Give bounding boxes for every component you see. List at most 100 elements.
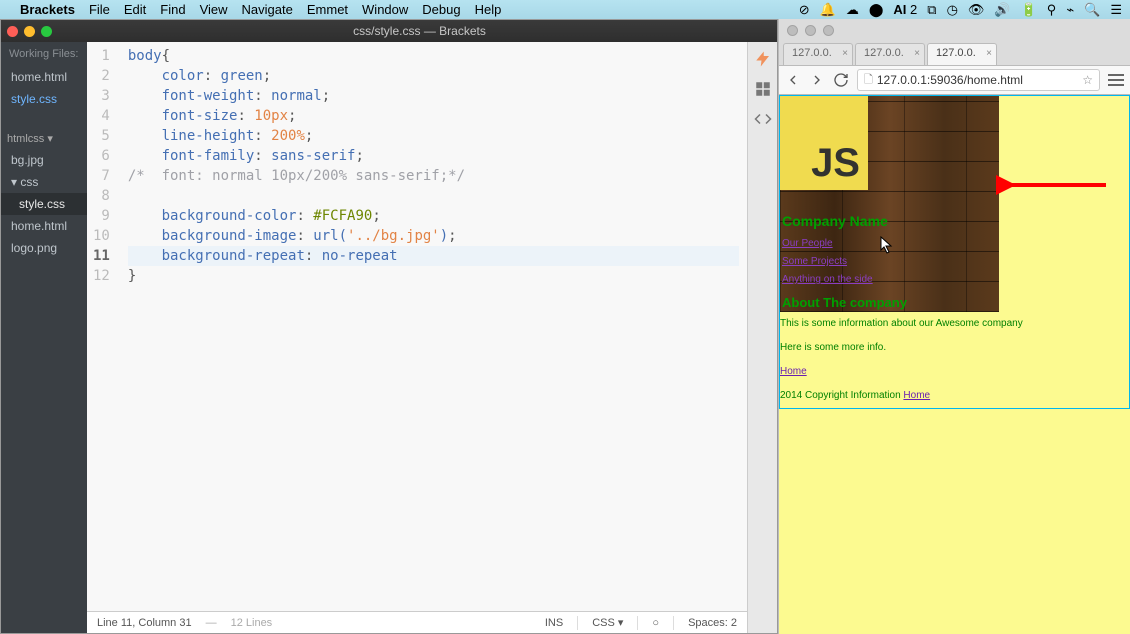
mac-menubar: Brackets File Edit Find View Navigate Em… xyxy=(0,0,1130,19)
menubar-edit[interactable]: Edit xyxy=(124,2,146,17)
menubar-view[interactable]: View xyxy=(200,2,228,17)
code-line[interactable] xyxy=(128,186,739,206)
live-preview-icon[interactable] xyxy=(754,50,772,68)
code-line[interactable]: background-repeat: no-repeat xyxy=(128,246,739,266)
code-line[interactable]: font-size: 10px; xyxy=(128,106,739,126)
browser-tab[interactable]: 127.0.0.× xyxy=(855,43,925,65)
nav-link[interactable]: Our People xyxy=(782,235,997,253)
working-files-header: Working Files: xyxy=(1,42,87,66)
project-header[interactable]: htmlcss ▾ xyxy=(1,128,87,149)
code-line[interactable]: body{ xyxy=(128,46,739,66)
menubar-window[interactable]: Window xyxy=(362,2,408,17)
nav-link[interactable]: Anything on the side xyxy=(782,271,997,289)
tree-file-bg[interactable]: bg.jpg xyxy=(1,149,87,171)
footer-home-link[interactable]: Home xyxy=(903,390,930,401)
browser-tab[interactable]: 127.0.0.× xyxy=(783,43,853,65)
tray-clock-icon[interactable]: ◷ xyxy=(947,2,958,18)
extension-manager-icon[interactable] xyxy=(754,80,772,98)
close-button[interactable] xyxy=(7,26,18,37)
tray-dropbox-icon[interactable]: ⧉ xyxy=(927,2,936,18)
tray-volume-icon[interactable]: 🔊 xyxy=(994,2,1010,18)
code-line[interactable]: } xyxy=(128,266,739,286)
working-file-style[interactable]: style.css xyxy=(1,88,87,110)
code-line[interactable]: line-height: 200%; xyxy=(128,126,739,146)
code-line[interactable]: background-image: url('../bg.jpg'); xyxy=(128,226,739,246)
back-icon[interactable] xyxy=(785,72,801,88)
chrome-minimize-button[interactable] xyxy=(805,25,816,36)
tray-eye-icon[interactable]: 👁 xyxy=(968,2,985,18)
title-bar: css/style.css — Brackets xyxy=(1,20,777,42)
gutter: 1 2 3 4 5 6 7 8 9 10 11 12 xyxy=(87,42,120,611)
chrome-traffic xyxy=(779,19,1130,41)
tray-adobe-icon[interactable]: AI 2 xyxy=(893,2,917,17)
tray-cloud-icon[interactable]: ☁︎ xyxy=(846,2,859,18)
code-line[interactable]: color: green; xyxy=(128,66,739,86)
brackets-window: css/style.css — Brackets Working Files: … xyxy=(0,19,778,634)
tree-file-home[interactable]: home.html xyxy=(1,215,87,237)
tray-wifi-icon[interactable]: ⚲ xyxy=(1047,2,1057,18)
nav-links: Our People Some Projects Anything on the… xyxy=(780,231,999,293)
tab-close-icon[interactable]: × xyxy=(986,48,992,59)
about-heading: About The company xyxy=(780,293,999,312)
code-body[interactable]: body{ color: green; font-weight: normal;… xyxy=(120,42,747,611)
tab-close-icon[interactable]: × xyxy=(842,48,848,59)
chrome-close-button[interactable] xyxy=(787,25,798,36)
chrome-menu-icon[interactable] xyxy=(1108,74,1124,86)
menubar-help[interactable]: Help xyxy=(475,2,502,17)
page-icon: 🗋 xyxy=(864,71,873,90)
about-p2: Here is some more info. xyxy=(780,336,1129,360)
sidebar: Working Files: home.html style.css htmlc… xyxy=(1,42,87,633)
menubar-emmet[interactable]: Emmet xyxy=(307,2,348,17)
tabstrip: 127.0.0.× 127.0.0.× 127.0.0.× xyxy=(779,41,1130,65)
minimize-button[interactable] xyxy=(24,26,35,37)
system-tray: ⊘ 🔔 ☁︎ ⬤ AI 2 ⧉ ◷ 👁 🔊 🔋 ⚲ ⌁ 🔍 ☰ xyxy=(799,2,1122,18)
address-bar[interactable]: 🗋 127.0.0.1:59036/home.html ☆ xyxy=(857,69,1100,91)
chrome-zoom-button[interactable] xyxy=(823,25,834,36)
code-line[interactable]: /* font: normal 10px/200% sans-serif;*/ xyxy=(128,166,739,186)
zoom-button[interactable] xyxy=(41,26,52,37)
url-text: 127.0.0.1:59036/home.html xyxy=(877,73,1023,87)
company-heading: Company Name xyxy=(780,211,999,231)
status-circle-icon[interactable]: ○ xyxy=(652,617,659,629)
about-p1: This is some information about our Aweso… xyxy=(780,312,1129,336)
status-spaces[interactable]: Spaces: 2 xyxy=(688,617,737,629)
working-file-home[interactable]: home.html xyxy=(1,66,87,88)
tab-close-icon[interactable]: × xyxy=(914,48,920,59)
bookmark-star-icon[interactable]: ☆ xyxy=(1082,73,1093,87)
tree-folder-css[interactable]: ▾ css xyxy=(1,171,87,193)
home-link[interactable]: Home xyxy=(780,366,807,377)
browser-tab-active[interactable]: 127.0.0.× xyxy=(927,43,997,65)
tray-icon[interactable]: ⊘ xyxy=(799,2,810,18)
nav-link[interactable]: Some Projects xyxy=(782,253,997,271)
menubar-navigate[interactable]: Navigate xyxy=(242,2,293,17)
tray-bell-icon[interactable]: 🔔 xyxy=(820,2,836,18)
status-ins[interactable]: INS xyxy=(545,617,563,629)
page-viewport[interactable]: JS Company Name Our People Some Projects… xyxy=(779,95,1130,634)
editor[interactable]: 1 2 3 4 5 6 7 8 9 10 11 12 body{ color: … xyxy=(87,42,747,633)
menubar-app[interactable]: Brackets xyxy=(20,2,75,17)
reload-icon[interactable] xyxy=(833,72,849,88)
tree-file-stylecss[interactable]: style.css xyxy=(1,193,87,215)
menubar-debug[interactable]: Debug xyxy=(422,2,460,17)
tray-battery-icon[interactable]: 🔋 xyxy=(1021,2,1037,18)
tray-search-icon[interactable]: 🔍 xyxy=(1084,2,1100,18)
status-total-lines: 12 Lines xyxy=(231,617,273,629)
status-lang[interactable]: CSS ▾ xyxy=(592,616,623,629)
tray-list-icon[interactable]: ☰ xyxy=(1110,2,1122,18)
tray-wifi2-icon[interactable]: ⌁ xyxy=(1066,2,1074,18)
js-logo: JS xyxy=(780,96,868,190)
extension-rail xyxy=(747,42,777,633)
code-tag-icon[interactable] xyxy=(754,110,772,128)
window-title: css/style.css — Brackets xyxy=(62,24,777,38)
status-bar: Line 11, Column 31 — 12 Lines INS CSS ▾ … xyxy=(87,611,747,633)
menubar-find[interactable]: Find xyxy=(160,2,185,17)
tree-file-logo[interactable]: logo.png xyxy=(1,237,87,259)
code-line[interactable]: font-family: sans-serif; xyxy=(128,146,739,166)
forward-icon[interactable] xyxy=(809,72,825,88)
footer: 2014 Copyright Information Home xyxy=(780,384,1129,408)
tray-balloon-icon[interactable]: ⬤ xyxy=(869,2,884,18)
menubar-file[interactable]: File xyxy=(89,2,110,17)
code-line[interactable]: background-color: #FCFA90; xyxy=(128,206,739,226)
code-line[interactable]: font-weight: normal; xyxy=(128,86,739,106)
toolbar: 🗋 127.0.0.1:59036/home.html ☆ xyxy=(779,65,1130,95)
